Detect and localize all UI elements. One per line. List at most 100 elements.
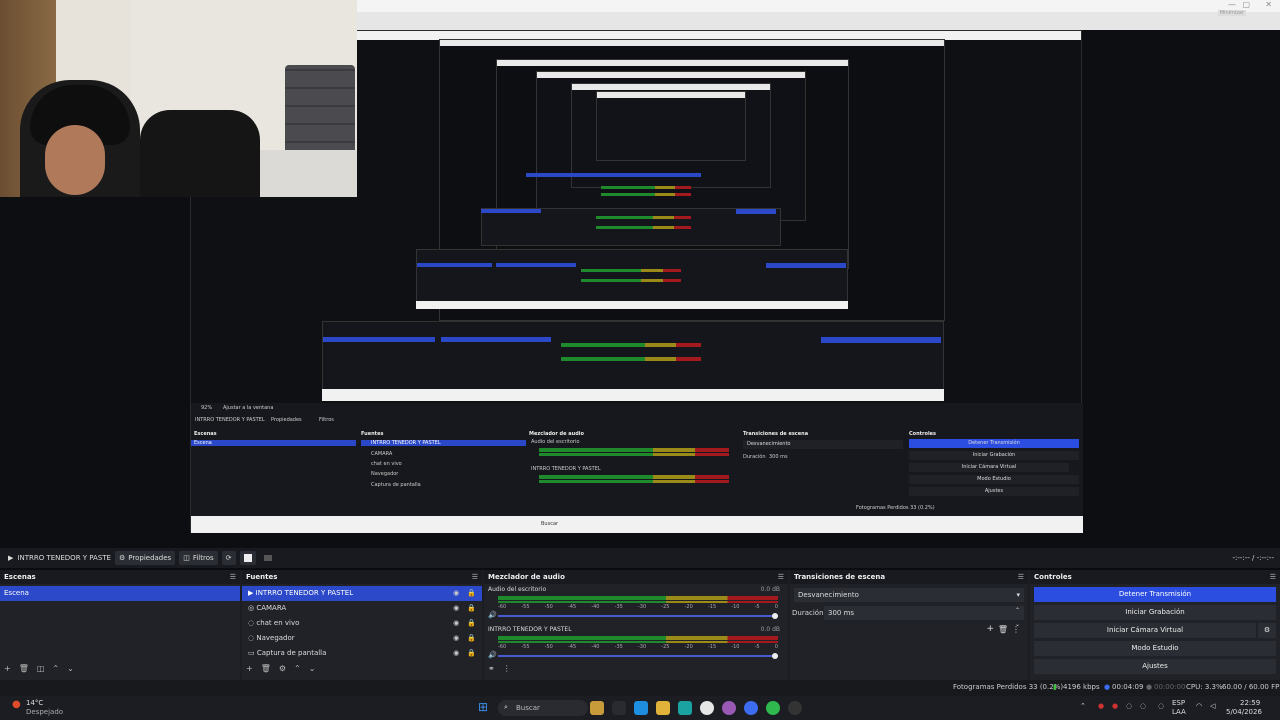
inner-meter: [539, 453, 729, 456]
discord-icon[interactable]: [744, 701, 758, 715]
tray-icon[interactable]: ◌: [1140, 702, 1146, 710]
eye-icon[interactable]: ◉: [453, 616, 459, 631]
studio-mode-button[interactable]: Modo Estudio: [1034, 641, 1276, 656]
obs-icon[interactable]: [788, 701, 802, 715]
edge-icon[interactable]: [634, 701, 648, 715]
source-label: Navegador: [256, 634, 295, 642]
more-icon[interactable]: ⋮: [503, 664, 511, 673]
eye-icon[interactable]: ◉: [453, 601, 459, 616]
nested-meter: [561, 357, 701, 361]
inner-meter: [539, 448, 729, 452]
add-icon[interactable]: +: [4, 664, 11, 673]
scene-item[interactable]: Escena: [0, 586, 240, 601]
transition-select[interactable]: Desvanecimiento ▾: [794, 588, 1024, 602]
trash-icon[interactable]: 🗑: [261, 664, 271, 673]
nested-highlight: [323, 337, 435, 342]
volume-meter: [498, 601, 778, 603]
inner-source-item: CAMARA: [371, 451, 393, 457]
properties-button[interactable]: ⚙ Propiedades: [114, 551, 176, 565]
trash-icon[interactable]: 🗑: [998, 625, 1008, 634]
task-view-icon[interactable]: [612, 701, 626, 715]
lock-icon[interactable]: 🔒: [467, 601, 476, 616]
source-item[interactable]: ◌ Navegador ◉ 🔒: [242, 631, 482, 646]
source-item[interactable]: ◌ chat en vivo ◉ 🔒: [242, 616, 482, 631]
taskbar-search[interactable]: ⌕ Buscar: [498, 700, 588, 716]
chrome-icon[interactable]: [766, 701, 780, 715]
volume-slider[interactable]: [498, 615, 778, 617]
settings-button[interactable]: Ajustes: [1034, 659, 1276, 674]
controls-dock: Controles ☰ Detener Transmisión Iniciar G…: [1030, 570, 1280, 680]
duration-input[interactable]: 300 ms ⌃ ⌄: [824, 606, 1024, 628]
windows-start-icon[interactable]: ⊞: [478, 700, 488, 714]
stop-media-button[interactable]: [239, 551, 256, 565]
lock-icon[interactable]: 🔒: [467, 616, 476, 631]
chevron-up-icon[interactable]: ⌃: [1080, 702, 1086, 710]
tray-icon[interactable]: ●: [1112, 702, 1118, 710]
source-item[interactable]: ▶ INTRRO TENEDOR Y PASTEL ◉ 🔒: [242, 586, 482, 601]
minimize-icon[interactable]: —: [1228, 0, 1236, 9]
start-recording-button[interactable]: Iniciar Grabación: [1034, 605, 1276, 620]
restart-media-button[interactable]: ⟳: [221, 551, 236, 565]
inner-control: Iniciar Grabación: [909, 451, 1079, 460]
chevron-down-icon[interactable]: ⌄: [309, 664, 316, 673]
source-play-button[interactable]: ▶: [4, 551, 17, 565]
source-item[interactable]: ◎ CAMARA ◉ 🔒: [242, 601, 482, 616]
inner-meter: [539, 480, 729, 483]
more-icon[interactable]: ⋮: [1012, 625, 1020, 634]
language[interactable]: ESP: [1172, 699, 1185, 707]
search-icon: ⌕: [504, 703, 508, 711]
add-icon[interactable]: +: [986, 624, 994, 634]
eye-icon[interactable]: ◉: [453, 631, 459, 646]
app-icon[interactable]: [590, 701, 604, 715]
status-bar: Fotogramas Perdidos 33 (0.2%) ▮ 4196 kbp…: [0, 680, 1280, 696]
volume-slider-knob[interactable]: [772, 613, 778, 619]
chevron-up-icon[interactable]: ⌃: [294, 664, 301, 673]
lock-icon[interactable]: 🔒: [467, 631, 476, 646]
close-icon[interactable]: ✕: [1265, 0, 1272, 9]
volume-slider[interactable]: [498, 655, 778, 657]
dock-menu-icon[interactable]: ☰: [778, 570, 784, 584]
eye-icon[interactable]: ◉: [453, 586, 459, 601]
tray-icon[interactable]: ●: [1098, 702, 1104, 710]
tray-icon[interactable]: ◌: [1126, 702, 1132, 710]
lock-icon[interactable]: 🔒: [467, 586, 476, 601]
link-icon[interactable]: ⚭: [488, 664, 495, 673]
add-icon[interactable]: +: [246, 664, 253, 673]
obs-preview-canvas[interactable]: 92% Ajustar a la ventana INTRRO TENEDOR …: [0, 0, 1280, 548]
weather-icon[interactable]: ●: [12, 699, 21, 710]
dock-menu-icon[interactable]: ☰: [1270, 570, 1276, 584]
app-icon[interactable]: [722, 701, 736, 715]
folder-icon[interactable]: [656, 701, 670, 715]
chevron-down-icon[interactable]: ⌄: [67, 664, 74, 673]
filter-icon[interactable]: ◫: [37, 664, 45, 673]
tray-icon[interactable]: ◌: [1158, 702, 1164, 710]
windows-taskbar: ● 14°C Despejado ⊞ ⌕ Buscar ⌃ ● ● ◌ ◌ ◌ …: [0, 696, 1280, 720]
media-slider[interactable]: [260, 551, 276, 565]
mixer-channel-name: Audio del escritorio: [488, 586, 547, 593]
nested-highlight: [441, 337, 551, 342]
dock-menu-icon[interactable]: ☰: [1018, 570, 1024, 584]
filters-button[interactable]: ◫ Filtros: [179, 551, 218, 565]
app-icon[interactable]: [678, 701, 692, 715]
speaker-icon[interactable]: 🔊: [488, 651, 497, 659]
trash-icon[interactable]: 🗑: [19, 664, 29, 673]
dock-menu-icon[interactable]: ☰: [230, 570, 236, 584]
eye-icon[interactable]: ◉: [453, 646, 459, 661]
source-item[interactable]: ▭ Captura de pantalla ◉ 🔒: [242, 646, 482, 661]
app-icon[interactable]: [700, 701, 714, 715]
dock-menu-icon[interactable]: ☰: [472, 570, 478, 584]
stop-streaming-button[interactable]: Detener Transmisión: [1034, 587, 1276, 602]
wifi-icon[interactable]: ◠: [1196, 702, 1202, 710]
chevron-up-icon[interactable]: ⌃: [52, 664, 59, 673]
start-virtual-camera-button[interactable]: Iniciar Cámara Virtual: [1034, 623, 1256, 638]
clock-time[interactable]: 22:59: [1240, 699, 1260, 707]
transitions-dock: Transiciones de escena ☰ Desvanecimiento …: [790, 570, 1028, 680]
speaker-icon[interactable]: 🔊: [488, 611, 497, 619]
volume-icon[interactable]: ◁: [1210, 702, 1215, 710]
gear-icon[interactable]: ⚙: [279, 664, 286, 673]
sources-dock: Fuentes ☰ ▶ INTRRO TENEDOR Y PASTEL ◉ 🔒 ◎ …: [242, 570, 482, 680]
volume-slider-knob[interactable]: [772, 653, 778, 659]
virtual-camera-settings-button[interactable]: ⚙: [1258, 623, 1276, 638]
maximize-icon[interactable]: ▢: [1242, 0, 1250, 9]
lock-icon[interactable]: 🔒: [467, 646, 476, 661]
